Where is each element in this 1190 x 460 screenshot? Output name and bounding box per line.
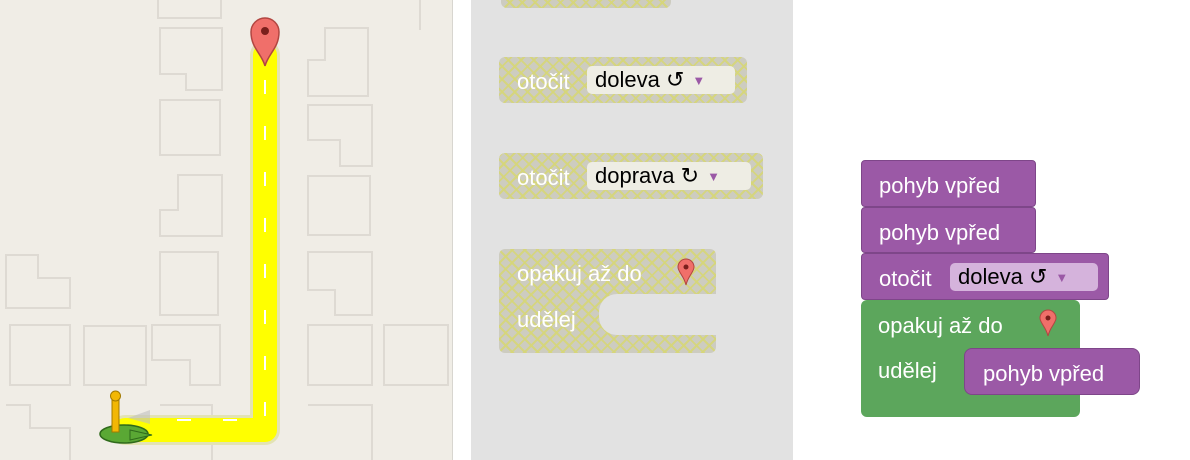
repeat-block-label: opakuj až do bbox=[878, 313, 1003, 338]
direction-dropdown[interactable]: doleva ↺ ▼ bbox=[950, 263, 1098, 291]
maze-map bbox=[0, 0, 453, 460]
turn-block-label: otočit bbox=[517, 165, 570, 190]
do-label: udělej bbox=[878, 358, 937, 383]
maze-svg bbox=[5, 0, 449, 460]
repeat-block-label: opakuj až do bbox=[517, 261, 642, 286]
inner-move-forward-block[interactable]: pohyb vpřed bbox=[964, 348, 1140, 395]
toolbox-partial-block[interactable] bbox=[501, 0, 671, 8]
move-block-label: pohyb vpřed bbox=[879, 173, 1001, 198]
marker-icon bbox=[677, 258, 695, 292]
block-toolbox[interactable]: otočit doleva ↺ ▼ otočit doprava ↻ ▼ opaku… bbox=[471, 0, 793, 460]
turn-block-label: otočit bbox=[879, 266, 932, 291]
toolbox-repeat-until-block[interactable]: opakuj až do udělej bbox=[499, 249, 716, 353]
move-block-label: pohyb vpřed bbox=[879, 220, 1001, 245]
move-forward-block[interactable]: pohyb vpřed bbox=[861, 207, 1036, 253]
move-block-label: pohyb vpřed bbox=[983, 361, 1105, 386]
turn-block-label: otočit bbox=[517, 69, 570, 94]
direction-dropdown[interactable]: doprava ↻ ▼ bbox=[587, 162, 751, 190]
toolbox-turn-left-block[interactable]: otočit doleva ↺ ▼ bbox=[499, 57, 747, 103]
direction-value: doleva ↺ bbox=[958, 264, 1048, 289]
direction-value: doleva ↺ bbox=[595, 67, 685, 92]
dropdown-arrow-icon: ▼ bbox=[692, 73, 706, 88]
direction-value: doprava ↻ bbox=[595, 163, 700, 188]
dropdown-arrow-icon: ▼ bbox=[1055, 270, 1069, 285]
do-slot bbox=[599, 294, 716, 335]
map-buildings bbox=[5, 0, 449, 460]
turn-block[interactable]: otočit doleva ↺ ▼ bbox=[861, 253, 1109, 300]
program-workspace[interactable]: pohyb vpřed pohyb vpřed otočit doleva ↺ ▼… bbox=[793, 0, 1190, 460]
dropdown-arrow-icon: ▼ bbox=[707, 169, 720, 184]
direction-dropdown[interactable]: doleva ↺ ▼ bbox=[587, 66, 735, 94]
marker-icon bbox=[1039, 309, 1057, 343]
toolbox-turn-right-block[interactable]: otočit doprava ↻ ▼ bbox=[499, 153, 763, 199]
move-forward-block[interactable]: pohyb vpřed bbox=[861, 160, 1036, 207]
do-label: udělej bbox=[517, 307, 576, 332]
